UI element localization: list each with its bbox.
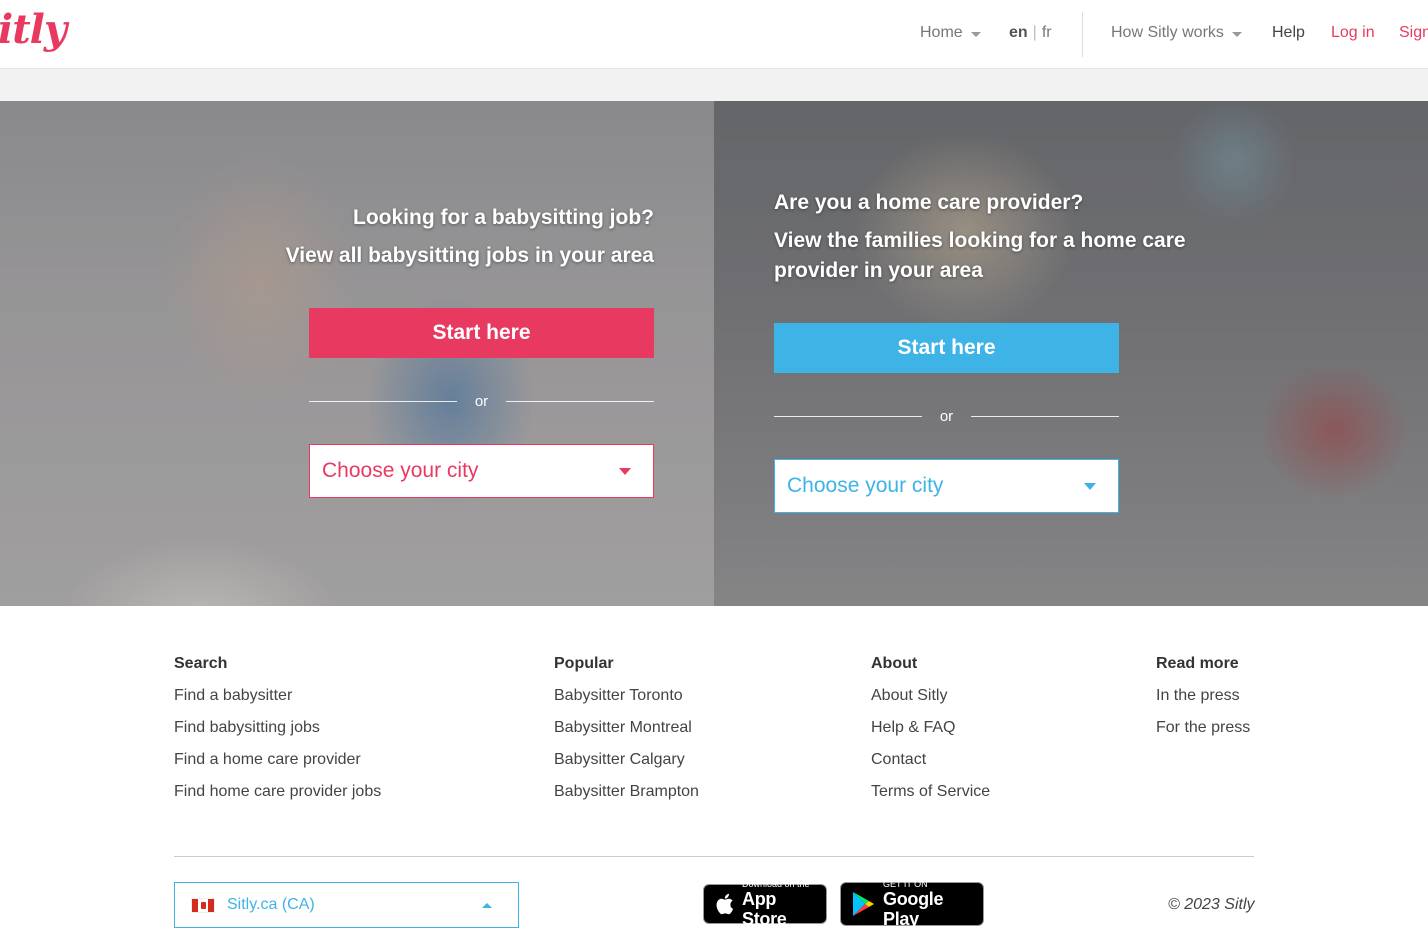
footer-link[interactable]: Babysitter Toronto	[554, 686, 699, 718]
nav-help-link[interactable]: Help	[1272, 24, 1305, 42]
google-play-small-text: GET IT ON	[883, 879, 928, 889]
or-divider: or	[774, 406, 1119, 426]
city-select-placeholder: Choose your city	[322, 459, 479, 482]
or-label: or	[474, 392, 489, 410]
app-store-badge[interactable]: Download on the App Store	[703, 879, 827, 929]
lang-en-link[interactable]: en	[1009, 24, 1028, 42]
footer-link[interactable]: Help & FAQ	[871, 718, 990, 750]
app-store-text: Download on the App Store	[742, 879, 816, 929]
footer-divider	[174, 856, 1254, 857]
or-label: or	[939, 407, 954, 425]
footer-link[interactable]: Find home care provider jobs	[174, 782, 381, 814]
app-store-small-text: Download on the	[742, 879, 810, 889]
nav-home-dropdown[interactable]: Home	[920, 24, 981, 42]
country-select-value: Sitly.ca (CA)	[227, 896, 315, 913]
caret-down-icon	[1231, 31, 1242, 37]
footer-column-read-more: Read more In the press For the press	[1156, 654, 1250, 750]
hero-left-title-line1: Looking for a babysitting job?	[353, 206, 654, 229]
apple-icon	[714, 892, 734, 916]
footer-column-about: About About Sitly Help & FAQ Contact Ter…	[871, 654, 990, 814]
country-select[interactable]: Sitly.ca (CA)	[174, 882, 519, 928]
footer-heading: Popular	[554, 655, 614, 672]
start-here-button-home-care[interactable]: Start here	[774, 323, 1119, 373]
footer-link[interactable]: For the press	[1156, 718, 1250, 750]
hero-right-title-line2: View the families looking for a home car…	[774, 229, 1186, 252]
nav-signup-link[interactable]: Sign	[1399, 24, 1428, 42]
nav-how-it-works-dropdown[interactable]: How Sitly works	[1111, 24, 1242, 42]
city-select-home-care[interactable]: Choose your city	[774, 459, 1119, 513]
footer-link[interactable]: Terms of Service	[871, 782, 990, 814]
hero-right-title-line1: Are you a home care provider?	[774, 191, 1084, 214]
nav-how-it-works-label: How Sitly works	[1111, 24, 1224, 41]
copyright-text: © 2023 Sitly	[1168, 896, 1255, 913]
footer-link[interactable]: Babysitter Brampton	[554, 782, 699, 814]
or-line-right	[971, 415, 1119, 417]
language-switcher: en | fr	[1009, 24, 1052, 42]
hero-right-title-line3: provider in your area	[774, 259, 983, 282]
nav-home-label: Home	[920, 24, 963, 41]
or-line-left	[774, 415, 922, 417]
google-play-badge[interactable]: GET IT ON Google Play	[840, 879, 984, 929]
footer-link[interactable]: In the press	[1156, 686, 1250, 718]
google-play-large-text: Google Play	[883, 889, 944, 929]
footer-heading: Search	[174, 655, 228, 672]
footer-heading: Read more	[1156, 655, 1239, 672]
footer-link[interactable]: About Sitly	[871, 686, 990, 718]
or-line-right	[506, 400, 654, 402]
nav-divider	[1082, 12, 1083, 57]
lang-fr-link[interactable]: fr	[1042, 24, 1052, 42]
google-play-icon	[851, 891, 875, 917]
footer-link[interactable]: Babysitter Montreal	[554, 718, 699, 750]
top-nav: Home en | fr How Sitly works Help Log in…	[0, 24, 1428, 46]
hero-home-care-panel: Are you a home care provider? View the f…	[714, 101, 1428, 606]
or-line-left	[309, 400, 457, 402]
google-play-text: GET IT ON Google Play	[883, 879, 973, 929]
footer-link[interactable]: Find a babysitter	[174, 686, 381, 718]
caret-down-icon	[970, 31, 981, 37]
footer-column-popular: Popular Babysitter Toronto Babysitter Mo…	[554, 654, 699, 814]
hero-left-title-line2: View all babysitting jobs in your area	[285, 244, 654, 267]
nav-login-link[interactable]: Log in	[1331, 24, 1375, 42]
caret-down-icon	[1084, 482, 1096, 490]
or-divider: or	[309, 391, 654, 411]
header-spacer-band	[0, 69, 1428, 101]
site-header: itly Home en | fr How Sitly works Help L…	[0, 0, 1428, 69]
footer-link[interactable]: Find a home care provider	[174, 750, 381, 782]
footer-link[interactable]: Contact	[871, 750, 990, 782]
start-here-button-babysitter[interactable]: Start here	[309, 308, 654, 358]
footer-link[interactable]: Find babysitting jobs	[174, 718, 381, 750]
city-select-placeholder: Choose your city	[787, 474, 944, 497]
hero-left-title: Looking for a babysitting job? View all …	[286, 203, 654, 271]
canada-flag-icon	[191, 897, 215, 913]
lang-separator: |	[1032, 24, 1037, 41]
caret-down-icon	[619, 467, 631, 475]
footer-link[interactable]: Babysitter Calgary	[554, 750, 699, 782]
hero-babysitter-panel: Looking for a babysitting job? View all …	[0, 101, 714, 606]
app-store-large-text: App Store	[742, 889, 787, 929]
footer-column-search: Search Find a babysitter Find babysittin…	[174, 654, 381, 814]
caret-up-icon	[482, 902, 492, 908]
footer-heading: About	[871, 655, 918, 672]
hero-right-title: Are you a home care provider? View the f…	[774, 188, 1186, 286]
city-select-babysitter[interactable]: Choose your city	[309, 444, 654, 498]
